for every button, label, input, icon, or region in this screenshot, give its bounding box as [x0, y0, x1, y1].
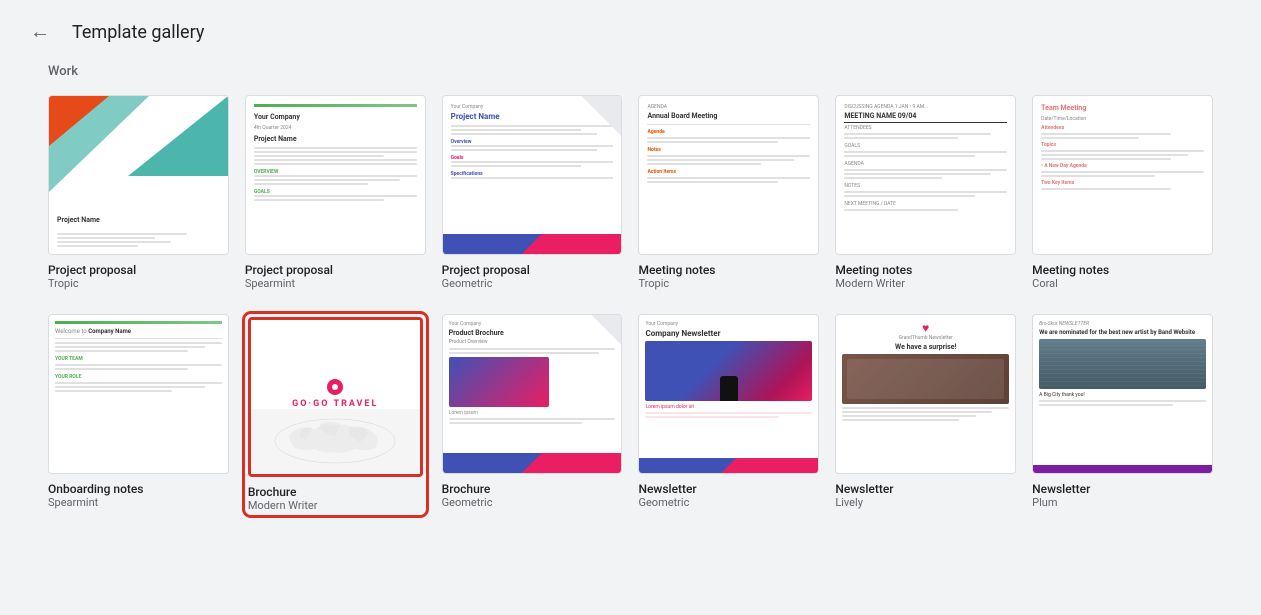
template-thumbnail: Your Company Company Newsletter Lorem ip… [638, 314, 819, 474]
template-thumbnail: DISCUSSING AGENDA 1 JAN • 9 AM... MEETIN… [835, 95, 1016, 255]
template-thumbnail: Bro-Skur NEWSLETTER We are nominated for… [1032, 314, 1213, 474]
template-card-meeting-coral[interactable]: Team Meeting Date/Time/Location Attendee… [1032, 95, 1213, 290]
template-grid-row2: Welcome to Company Name YOUR TEAM YOUR R… [48, 314, 1213, 515]
template-thumbnail: Welcome to Company Name YOUR TEAM YOUR R… [48, 314, 229, 474]
template-card-proj-tropic[interactable]: Project Name Project proposal Tropic [48, 95, 229, 290]
template-thumbnail: ♥ GrandThumb Newsletter We have a surpri… [835, 314, 1016, 474]
template-label: Project proposal Geometric [442, 263, 623, 290]
template-card-newsletter-lively[interactable]: ♥ GrandThumb Newsletter We have a surpri… [835, 314, 1016, 515]
template-card-newsletter-geometric[interactable]: Your Company Company Newsletter Lorem ip… [638, 314, 819, 515]
template-label: Brochure Geometric [442, 482, 623, 509]
template-card-newsletter-plum[interactable]: Bro-Skur NEWSLETTER We are nominated for… [1032, 314, 1213, 515]
template-thumbnail: Your Company Project Name Overview Goals… [442, 95, 623, 255]
template-label: Newsletter Plum [1032, 482, 1213, 509]
page-title: Template gallery [72, 22, 204, 43]
template-label: Meeting notes Coral [1032, 263, 1213, 290]
template-label: Project proposal Tropic [48, 263, 229, 290]
template-card-onboarding-spearmint[interactable]: Welcome to Company Name YOUR TEAM YOUR R… [48, 314, 229, 515]
back-button[interactable]: ← [24, 16, 56, 48]
template-thumbnail: GO·GO TRAVEL Tribal Brochure [248, 317, 423, 477]
template-card-brochure-geometric[interactable]: Your Company Product Brochure Product Ov… [442, 314, 623, 515]
content: Work Project Name Project proposal Trop [0, 64, 1261, 563]
template-thumbnail: AGENDA Annual Board Meeting Agenda Notes [638, 95, 819, 255]
template-grid-row1: Project Name Project proposal Tropic You… [48, 95, 1213, 290]
template-label: Meeting notes Tropic [638, 263, 819, 290]
template-label: Onboarding notes Spearmint [48, 482, 229, 509]
template-card-meeting-modern[interactable]: DISCUSSING AGENDA 1 JAN • 9 AM... MEETIN… [835, 95, 1016, 290]
template-label: Newsletter Geometric [638, 482, 819, 509]
section-title: Work [48, 64, 1213, 79]
template-card-proj-spearmint[interactable]: Your Company 4th Quarter 2024 Project Na… [245, 95, 426, 290]
template-thumbnail: Project Name [48, 95, 229, 255]
template-card-brochure-modern[interactable]: GO·GO TRAVEL Tribal Brochure [245, 314, 426, 515]
template-card-meeting-tropic[interactable]: AGENDA Annual Board Meeting Agenda Notes [638, 95, 819, 290]
template-label: Brochure Modern Writer [248, 485, 423, 512]
template-thumbnail: Team Meeting Date/Time/Location Attendee… [1032, 95, 1213, 255]
template-label: Project proposal Spearmint [245, 263, 426, 290]
template-thumbnail: Your Company 4th Quarter 2024 Project Na… [245, 95, 426, 255]
template-card-proj-geometric[interactable]: Your Company Project Name Overview Goals… [442, 95, 623, 290]
template-label: Newsletter Lively [835, 482, 1016, 509]
template-thumbnail: Your Company Product Brochure Product Ov… [442, 314, 623, 474]
template-label: Meeting notes Modern Writer [835, 263, 1016, 290]
header: ← Template gallery [0, 0, 1261, 64]
